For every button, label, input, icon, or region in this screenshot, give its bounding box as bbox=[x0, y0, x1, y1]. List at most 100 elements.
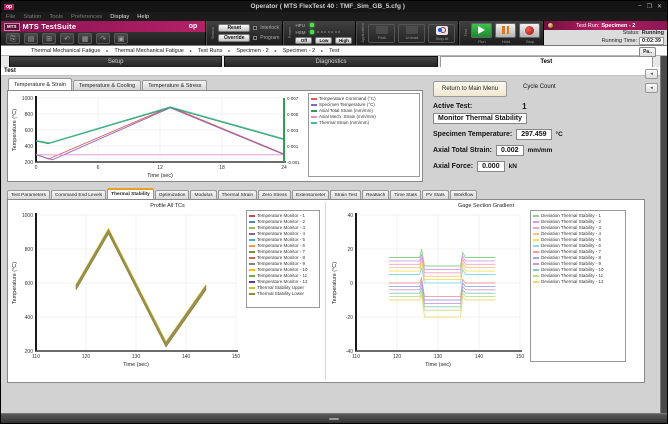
add-icon[interactable]: ⊞ bbox=[42, 33, 56, 44]
park-label: Park bbox=[378, 35, 386, 40]
power-off-button[interactable]: Off bbox=[295, 37, 312, 44]
run-button[interactable] bbox=[471, 23, 492, 38]
breadcrumb-item-3[interactable]: Specimen - 2 bbox=[236, 48, 268, 54]
run-info-panel: Test Run: Specimen - 2 Status: Running R… bbox=[544, 21, 667, 45]
bottom-tab-8[interactable]: Strain Test bbox=[330, 190, 361, 199]
legend-swatch bbox=[249, 293, 255, 295]
legend-swatch bbox=[533, 257, 539, 259]
stop-label: Stop bbox=[526, 39, 534, 44]
park-button[interactable]: Park bbox=[368, 24, 395, 43]
main-tab-0[interactable]: Setup bbox=[9, 56, 222, 67]
bottom-status-bar bbox=[1, 413, 667, 423]
legend-swatch bbox=[533, 215, 539, 217]
reset-button[interactable]: Reset bbox=[218, 24, 250, 32]
svg-text:-40: -40 bbox=[346, 349, 353, 355]
side-collapse-button-1[interactable]: ◂ bbox=[645, 69, 658, 79]
status-value: Running bbox=[642, 30, 664, 36]
unload-button[interactable]: Unload bbox=[398, 24, 425, 43]
station-group: Station Reset Interlock Override Program bbox=[206, 21, 283, 45]
svg-text:130: 130 bbox=[434, 354, 443, 360]
parameters-side-tab[interactable]: Pa.. bbox=[639, 47, 656, 57]
main-tab-2[interactable]: Test bbox=[440, 56, 653, 67]
sub-tab-2[interactable]: Temperature & Stress bbox=[142, 80, 207, 90]
export-icon[interactable]: ▦ bbox=[78, 33, 92, 44]
bottom-tab-6[interactable]: Zero Stress bbox=[258, 190, 291, 199]
hold-button[interactable] bbox=[495, 23, 516, 38]
save-icon[interactable]: ▣ bbox=[114, 33, 128, 44]
svg-text:Temperature (°C): Temperature (°C) bbox=[12, 262, 18, 304]
bottom-tab-11[interactable]: PV Stats bbox=[422, 190, 449, 199]
hold-label: Hold bbox=[502, 39, 510, 44]
legend-swatch bbox=[249, 215, 255, 217]
stop-button[interactable] bbox=[519, 23, 540, 38]
bottom-tab-0[interactable]: Test Parameters bbox=[7, 190, 50, 199]
breadcrumb-item-2[interactable]: Test Runs bbox=[198, 48, 222, 54]
open-icon[interactable]: ▤ bbox=[24, 33, 38, 44]
bottom-tab-10[interactable]: Time Stats bbox=[390, 190, 421, 199]
unload-icon bbox=[406, 26, 418, 34]
brand-band: MTS MTS TestSuite op bbox=[1, 21, 205, 32]
main-tab-1[interactable]: Diagnostics bbox=[224, 56, 437, 67]
breadcrumb-item-0[interactable]: Thermal Mechanical Fatigue bbox=[31, 48, 100, 54]
breadcrumb-item-5[interactable]: Test bbox=[329, 48, 339, 54]
application-group: Application Park Unload Stop At bbox=[356, 21, 459, 45]
profile-legend: Temperature Monitor - 1Temperature Monit… bbox=[246, 210, 320, 308]
temp-strain-chart-panel: 0612182420040060080010000.0070.0050.0030… bbox=[7, 90, 423, 182]
program-indicator bbox=[253, 36, 257, 40]
sub-tab-1[interactable]: Temperature & Cooling bbox=[73, 80, 141, 90]
legend-swatch bbox=[311, 98, 317, 100]
svg-text:24: 24 bbox=[281, 165, 287, 171]
minimize-icon[interactable]: – bbox=[638, 3, 641, 10]
svg-text:Temperature (°C): Temperature (°C) bbox=[332, 262, 338, 304]
svg-text:Time (sec): Time (sec) bbox=[147, 173, 173, 179]
breadcrumb-item-4[interactable]: Specimen - 2 bbox=[283, 48, 315, 54]
bottom-tab-12[interactable]: Workflow bbox=[450, 190, 478, 199]
menu-item-0[interactable]: File bbox=[6, 14, 15, 20]
close-icon[interactable]: ✕ bbox=[657, 3, 662, 10]
brand-name: MTS TestSuite bbox=[23, 22, 77, 31]
svg-text:600: 600 bbox=[25, 281, 34, 287]
bottom-tab-7[interactable]: Extensometer bbox=[292, 190, 330, 199]
legend-swatch bbox=[533, 275, 539, 277]
legend-swatch bbox=[249, 227, 255, 229]
menu-item-2[interactable]: Tools bbox=[49, 14, 63, 20]
right-scroll-strip[interactable] bbox=[660, 56, 667, 423]
sub-tab-0[interactable]: Temperature & Strain bbox=[8, 78, 72, 90]
resize-handle[interactable] bbox=[329, 418, 339, 420]
maximize-icon[interactable]: ❐ bbox=[647, 3, 652, 10]
menu-item-5[interactable]: Help bbox=[137, 14, 149, 20]
legend-label: Thermal Stability Lower bbox=[257, 291, 304, 297]
bottom-tab-1[interactable]: Command End Levels bbox=[51, 190, 106, 199]
bottom-tab-2[interactable]: Thermal Stability bbox=[107, 188, 154, 199]
override-button[interactable]: Override bbox=[218, 34, 250, 42]
svg-text:140: 140 bbox=[182, 354, 191, 360]
power-low-button[interactable]: Low bbox=[315, 37, 332, 44]
bottom-tab-5[interactable]: Thermal Strain bbox=[218, 190, 257, 199]
toolbar-icon-row: ⎘ ▤ ⊞ ↶ ▦ ↷ ▣ bbox=[1, 32, 205, 45]
bottom-tab-4[interactable]: Modulus bbox=[190, 190, 216, 199]
svg-text:18: 18 bbox=[219, 165, 225, 171]
bottom-tab-3[interactable]: Optimization bbox=[155, 190, 190, 199]
new-specimen-icon[interactable]: ⎘ bbox=[6, 33, 20, 44]
menu-item-1[interactable]: Station bbox=[23, 14, 41, 20]
svg-text:110: 110 bbox=[32, 354, 40, 360]
side-collapse-button-2[interactable]: ◂ bbox=[645, 83, 658, 93]
redo-icon[interactable]: ↷ bbox=[96, 33, 110, 44]
svg-text:120: 120 bbox=[393, 354, 402, 360]
axial-force-unit: kN bbox=[509, 163, 517, 170]
undo-icon[interactable]: ↶ bbox=[60, 33, 74, 44]
menu-item-4[interactable]: Display bbox=[110, 14, 129, 20]
svg-text:130: 130 bbox=[132, 354, 141, 360]
stop-at-button[interactable]: Stop At bbox=[428, 24, 455, 43]
application-window: op Operator ( MTS FlexTest 40 : TMF_Sim_… bbox=[0, 0, 668, 424]
svg-text:-0.001: -0.001 bbox=[287, 160, 300, 165]
menu-item-3[interactable]: Preferences bbox=[71, 14, 102, 20]
svg-text:0.001: 0.001 bbox=[287, 144, 299, 149]
return-to-main-menu-button[interactable]: Return to Main Menu bbox=[433, 81, 507, 97]
breadcrumb-item-1[interactable]: Thermal Mechanical Fatigue bbox=[114, 48, 183, 54]
svg-text:0.003: 0.003 bbox=[287, 128, 299, 133]
power-group-label: Power bbox=[287, 27, 292, 38]
bottom-tab-9[interactable]: Reattach bbox=[362, 190, 389, 199]
power-high-button[interactable]: High bbox=[335, 37, 352, 44]
legend-swatch bbox=[311, 104, 317, 106]
